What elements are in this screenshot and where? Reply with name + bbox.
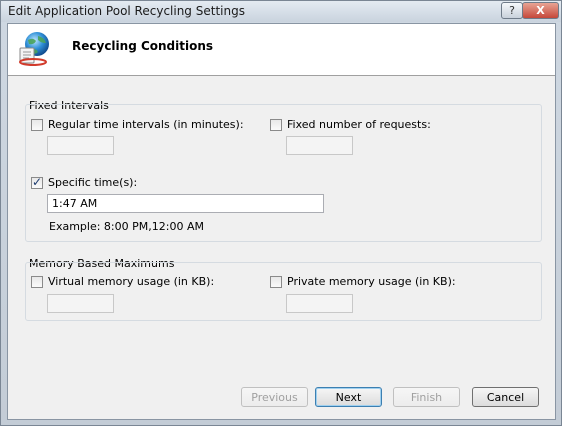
regular-time-checkbox[interactable] (31, 118, 43, 131)
private-memory-checkbox[interactable] (270, 275, 282, 288)
regular-time-label: Regular time intervals (in minutes): (48, 118, 244, 131)
regular-time-input[interactable] (47, 136, 114, 155)
fixed-requests-label: Fixed number of requests: (287, 118, 431, 131)
private-memory-label: Private memory usage (in KB): (287, 275, 456, 288)
previous-button[interactable]: Previous (241, 387, 308, 407)
virtual-memory-label: Virtual memory usage (in KB): (48, 275, 215, 288)
help-button[interactable]: ? (501, 2, 523, 19)
virtual-memory-checkbox[interactable] (31, 275, 43, 288)
specific-times-option[interactable]: Specific time(s): (31, 175, 138, 189)
specific-times-label: Specific time(s): (48, 176, 138, 189)
private-memory-input[interactable] (286, 294, 353, 313)
dialog-window: Edit Application Pool Recycling Settings… (0, 0, 562, 426)
page-title: Recycling Conditions (72, 39, 214, 53)
virtual-memory-input[interactable] (47, 294, 114, 313)
specific-times-input[interactable]: 1:47 AM (47, 194, 324, 213)
help-icon: ? (509, 4, 515, 17)
app-pool-globe-icon (19, 32, 49, 66)
private-memory-option[interactable]: Private memory usage (in KB): (270, 275, 456, 288)
wizard-header: Recycling Conditions (8, 24, 555, 76)
specific-times-checkbox[interactable] (31, 175, 43, 189)
fixed-requests-option[interactable]: Fixed number of requests: (270, 118, 431, 131)
fixed-requests-input[interactable] (286, 136, 353, 155)
close-icon: X (536, 4, 545, 17)
close-button[interactable]: X (522, 2, 559, 19)
regular-time-option[interactable]: Regular time intervals (in minutes): (31, 118, 244, 131)
cancel-button[interactable]: Cancel (472, 387, 539, 407)
fixed-requests-checkbox[interactable] (270, 118, 282, 131)
next-button[interactable]: Next (315, 387, 382, 407)
title-bar: Edit Application Pool Recycling Settings… (1, 1, 561, 22)
finish-button[interactable]: Finish (393, 387, 460, 407)
window-title: Edit Application Pool Recycling Settings (8, 4, 245, 18)
virtual-memory-option[interactable]: Virtual memory usage (in KB): (31, 275, 214, 288)
dialog-client-area: Recycling Conditions Fixed Intervals Reg… (7, 23, 556, 420)
specific-times-example: Example: 8:00 PM,12:00 AM (49, 220, 204, 233)
